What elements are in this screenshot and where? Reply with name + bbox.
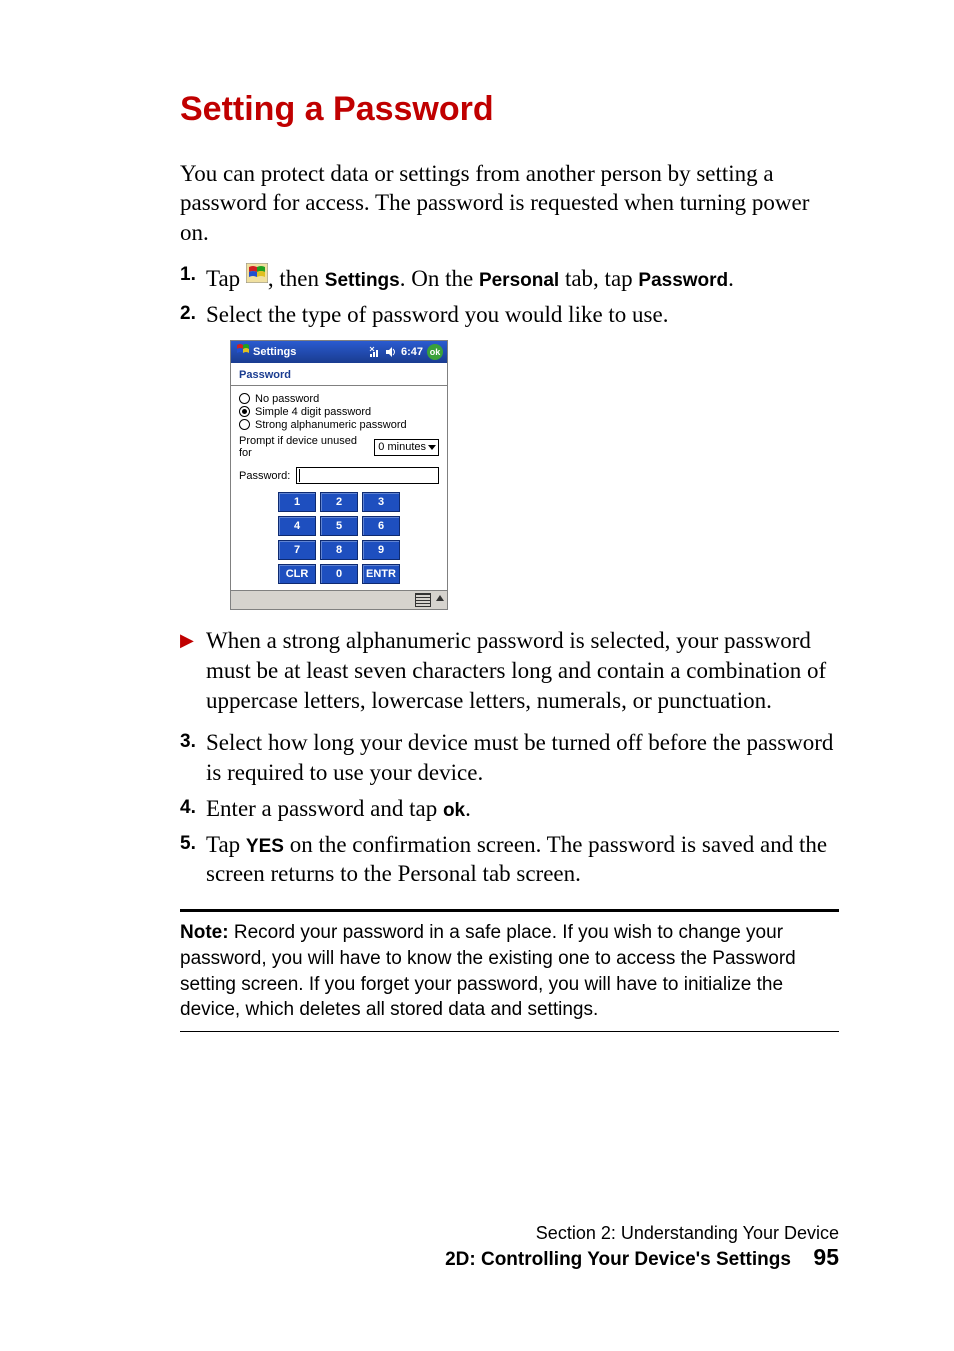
radio-label: Strong alphanumeric password (255, 419, 407, 431)
text: , then (268, 266, 325, 291)
step-3: 3. Select how long your device must be t… (180, 728, 839, 788)
radio-no-password[interactable]: No password (239, 393, 439, 405)
prompt-timeout-select[interactable]: 0 minutes (374, 439, 439, 456)
key-9[interactable]: 9 (362, 540, 400, 560)
note-block: Note: Record your password in a safe pla… (180, 912, 839, 1031)
step-body: Select how long your device must be turn… (206, 728, 839, 788)
radio-icon (239, 419, 250, 430)
bullet-icon: ▶ (180, 626, 206, 716)
text: on the confirmation screen. The password… (206, 832, 827, 887)
screen-title: Password (231, 363, 447, 386)
text: tab, tap (559, 266, 638, 291)
page-heading: Setting a Password (180, 90, 839, 129)
start-icon[interactable] (235, 342, 251, 361)
key-2[interactable]: 2 (320, 492, 358, 512)
radio-strong-alphanumeric[interactable]: Strong alphanumeric password (239, 419, 439, 431)
numeric-keypad: 1 2 3 4 5 6 7 8 9 CLR 0 ENTR (239, 492, 439, 584)
radio-icon (239, 393, 250, 404)
sip-bar (231, 590, 447, 609)
step-body: Enter a password and tap ok. (206, 794, 471, 824)
step-number: 5. (180, 830, 206, 890)
key-6[interactable]: 6 (362, 516, 400, 536)
step-4: 4. Enter a password and tap ok. (180, 794, 839, 824)
clock-time: 6:47 (401, 346, 423, 358)
screenshot-password-settings: Settings 6:47 ok Password No password Si… (230, 340, 448, 610)
step-body: Tap , then Settings. On the Personal tab… (206, 261, 734, 294)
text: Tap (206, 832, 246, 857)
keyboard-icon[interactable] (415, 593, 431, 607)
step-number: 2. (180, 300, 206, 330)
radio-label: No password (255, 393, 319, 405)
radio-icon (239, 406, 250, 417)
bullet-text: When a strong alphanumeric password is s… (206, 626, 839, 716)
key-entr[interactable]: ENTR (362, 564, 400, 584)
signal-icon (369, 346, 381, 358)
note-text: Record your password in a safe place. If… (180, 922, 796, 1020)
note-rule-bottom (180, 1031, 839, 1032)
step-2: 2. Select the type of password you would… (180, 300, 839, 330)
bullet-strong-password: ▶ When a strong alphanumeric password is… (180, 626, 839, 716)
key-8[interactable]: 8 (320, 540, 358, 560)
step-5: 5. Tap YES on the confirmation screen. T… (180, 830, 839, 890)
text: Tap (206, 266, 246, 291)
bold-password: Password (638, 270, 728, 291)
page-footer: Section 2: Understanding Your Device 2D:… (445, 1223, 839, 1271)
intro-paragraph: You can protect data or settings from an… (180, 159, 839, 247)
step-number: 1. (180, 261, 206, 294)
ok-button[interactable]: ok (427, 344, 443, 360)
password-input[interactable] (296, 467, 439, 484)
key-7[interactable]: 7 (278, 540, 316, 560)
bold-settings: Settings (325, 270, 400, 291)
text: . (728, 266, 734, 291)
start-flag-icon (246, 261, 268, 291)
key-0[interactable]: 0 (320, 564, 358, 584)
step-number: 4. (180, 794, 206, 824)
key-3[interactable]: 3 (362, 492, 400, 512)
prompt-label: Prompt if device unused for (239, 435, 368, 459)
text: Enter a password and tap (206, 796, 443, 821)
step-number: 3. (180, 728, 206, 788)
key-5[interactable]: 5 (320, 516, 358, 536)
footer-section: Section 2: Understanding Your Device (445, 1223, 839, 1244)
key-1[interactable]: 1 (278, 492, 316, 512)
title-bar: Settings 6:47 ok (231, 341, 447, 363)
password-field-label: Password: (239, 470, 290, 482)
bold-ok: ok (443, 800, 465, 821)
bold-yes: YES (246, 836, 284, 857)
note-label: Note: (180, 922, 229, 943)
sip-arrow-icon[interactable] (436, 595, 444, 601)
bold-personal: Personal (479, 270, 559, 291)
radio-label: Simple 4 digit password (255, 406, 371, 418)
volume-icon (385, 346, 397, 358)
text: . (465, 796, 471, 821)
step-1: 1. Tap , then Settings. On the Personal … (180, 261, 839, 294)
title-bar-text: Settings (251, 346, 369, 358)
step-body: Tap YES on the confirmation screen. The … (206, 830, 839, 890)
radio-simple-4-digit[interactable]: Simple 4 digit password (239, 406, 439, 418)
page-number: 95 (813, 1244, 839, 1270)
text: . On the (400, 266, 479, 291)
key-4[interactable]: 4 (278, 516, 316, 536)
footer-chapter: 2D: Controlling Your Device's Settings (445, 1249, 791, 1270)
key-clr[interactable]: CLR (278, 564, 316, 584)
step-body: Select the type of password you would li… (206, 300, 668, 330)
